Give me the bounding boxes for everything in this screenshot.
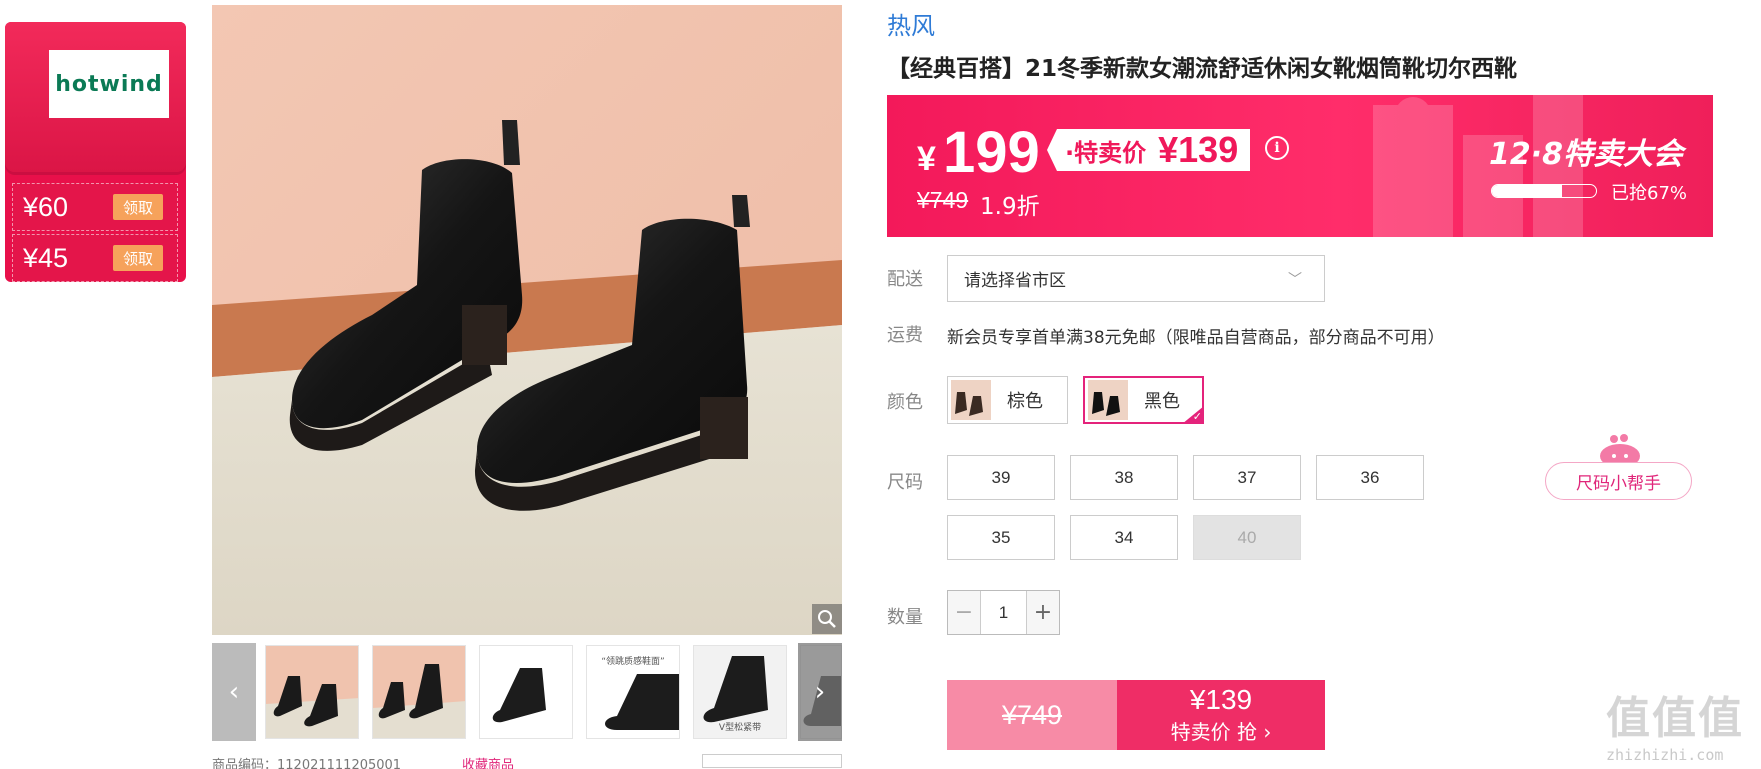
color-option-black[interactable]: 黑色 ✓ (1083, 376, 1204, 424)
product-page: hotwind ¥60 领取 ¥45 领取 ‹ “领跳质感鞋面” V型松紧带 ›… (0, 0, 1761, 769)
coupon-claim-button[interactable]: 领取 (113, 194, 163, 220)
size-option[interactable]: 37 (1193, 455, 1301, 500)
share-button[interactable] (702, 754, 842, 768)
shipping-info: 新会员专享首单满38元免邮（限唯品自营商品，部分商品不可用） (947, 328, 1445, 348)
site-watermark: 值值值 zhizhizhi.com (1606, 682, 1754, 766)
thumbnail-image (373, 646, 465, 738)
thumbnail-image (266, 646, 358, 738)
size-option[interactable]: 39 (947, 455, 1055, 500)
coupon-item: ¥60 领取 (12, 183, 178, 231)
region-select-value: 请选择省市区 (964, 271, 1066, 291)
quantity-stepper: − 1 + (947, 590, 1060, 635)
size-option-disabled: 40 (1193, 515, 1301, 560)
discount-rate: 1.9折 (980, 194, 1040, 220)
buy-bar: ¥749 ¥139 特卖价 抢 › (947, 680, 1325, 750)
favorite-button[interactable]: 收藏商品 (462, 754, 514, 769)
brand-link[interactable]: 热风 (887, 6, 935, 41)
thumbnail-strip: ‹ “领跳质感鞋面” V型松紧带 › (212, 643, 842, 741)
thumbnail-tagline: V型松紧带 (718, 723, 762, 733)
quantity-label: 数量 (887, 607, 923, 628)
size-option[interactable]: 35 (947, 515, 1055, 560)
sold-progress-fill (1492, 185, 1562, 197)
delivery-label: 配送 (887, 269, 923, 290)
brand-logo[interactable]: hotwind (49, 50, 169, 118)
thumb-next-button[interactable]: › (798, 643, 842, 741)
chevron-down-icon: ﹀ (1288, 272, 1302, 288)
buy-now-button[interactable]: ¥139 特卖价 抢 › (1117, 680, 1325, 750)
color-option-brown[interactable]: 棕色 (947, 376, 1068, 424)
color-option-label: 黑色 (1144, 391, 1180, 412)
color-option-label: 棕色 (1007, 391, 1043, 412)
watermark-url: zhizhizhi.com (1606, 746, 1724, 764)
color-swatch (1088, 380, 1128, 420)
original-price: ¥749 (917, 187, 969, 213)
special-price-tag: ·特卖价 ¥139 (1047, 129, 1251, 171)
checkmark-icon: ✓ (1182, 406, 1204, 424)
price-banner: ¥ 199 ·特卖价 ¥139 i ¥749 1.9折 12·8特卖大会 已抢6… (887, 95, 1713, 237)
price-currency: ¥ (917, 140, 936, 178)
shipping-label: 运费 (887, 325, 923, 346)
chevron-right-icon: › (814, 677, 826, 707)
below-fold-strip: 商品编码：112021111205001 收藏商品 (212, 754, 852, 769)
brand-logo-text: hotwind (55, 71, 163, 97)
color-swatch (951, 380, 991, 420)
size-option[interactable]: 34 (1070, 515, 1178, 560)
thumb-prev-button[interactable]: ‹ (212, 643, 256, 741)
thumbnail[interactable]: “领跳质感鞋面” (586, 645, 680, 739)
event-title: 12·8特卖大会 (1488, 137, 1683, 172)
coupon-item: ¥45 领取 (12, 234, 178, 282)
color-label: 颜色 (887, 392, 923, 413)
buy-original-price: ¥749 (947, 680, 1117, 750)
quantity-minus-button[interactable]: − (948, 591, 980, 634)
main-product-image[interactable] (212, 5, 842, 635)
special-price-value: ¥139 (1158, 129, 1239, 170)
quantity-input[interactable]: 1 (980, 591, 1027, 634)
chevron-left-icon: ‹ (228, 677, 240, 707)
buy-now-price: ¥139 (1189, 684, 1253, 716)
thumbnail[interactable] (265, 645, 359, 739)
product-code: 商品编码：112021111205001 (212, 758, 402, 769)
coupon-amount: ¥45 (23, 242, 69, 273)
size-option[interactable]: 36 (1316, 455, 1424, 500)
thumbnail[interactable] (372, 645, 466, 739)
coupon-amount: ¥60 (23, 191, 69, 222)
region-select[interactable]: 请选择省市区 ﹀ (947, 255, 1325, 302)
thumbnail[interactable]: V型松紧带 (693, 645, 787, 739)
sold-progress-bar (1491, 184, 1597, 198)
size-label: 尺码 (887, 472, 923, 493)
coupon-claim-button[interactable]: 领取 (113, 245, 163, 271)
special-price-label: ·特卖价 (1065, 138, 1147, 167)
buy-now-label: 特卖价 抢 › (1170, 719, 1272, 744)
info-icon[interactable]: i (1265, 136, 1289, 160)
size-option[interactable]: 38 (1070, 455, 1178, 500)
thumbnail-tagline: “领跳质感鞋面” (601, 657, 665, 667)
product-title: 【经典百搭】21冬季新款女潮流舒适休闲女靴烟筒靴切尔西靴 (887, 56, 1518, 82)
thumbnail[interactable] (479, 645, 573, 739)
thumbnail-image (480, 646, 572, 738)
zoom-button[interactable] (812, 604, 842, 634)
sold-percent-text: 已抢67% (1611, 183, 1688, 204)
price-main: 199 (943, 120, 1040, 185)
magnifier-icon (818, 610, 836, 628)
quantity-plus-button[interactable]: + (1027, 591, 1059, 634)
coupon-header: hotwind (5, 22, 186, 172)
size-helper-button[interactable]: 尺码小帮手 (1545, 462, 1692, 500)
watermark-logo: 值值值 (1606, 693, 1744, 744)
